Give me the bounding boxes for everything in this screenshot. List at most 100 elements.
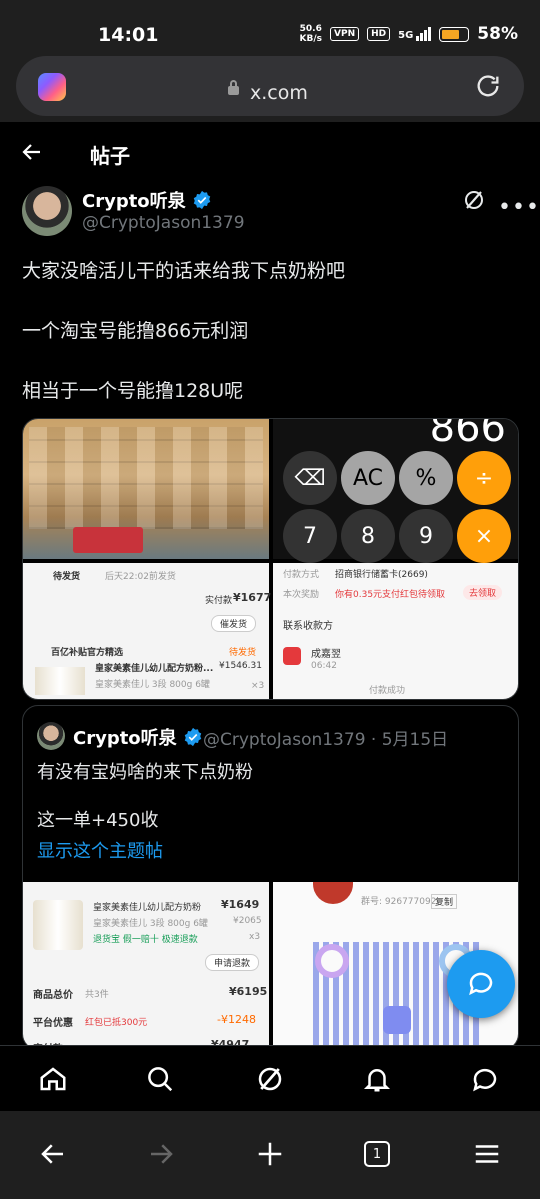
discount-tag: 红包已抵300元 [85, 1018, 148, 1028]
order-status: 待发货 [53, 572, 81, 582]
quote-text-line-2: 这一单+450收 [37, 810, 159, 831]
chat-bubble-icon [469, 972, 493, 996]
total-count: 共3件 [85, 990, 109, 1000]
order-screenshot[interactable]: 待发货 后天22:02前发货 实付款 ¥1677 催发货 百亿补贴官方精选 待发… [23, 563, 271, 699]
payee-avatar [283, 647, 301, 665]
calc-key: % [399, 451, 453, 505]
product-price: ¥1546.31 [219, 661, 262, 671]
verified-badge-icon [184, 727, 201, 747]
home-icon[interactable] [38, 1064, 68, 1094]
compose-fab[interactable] [447, 950, 515, 1018]
battery-percent: 58% [477, 24, 518, 44]
browser-forward-icon[interactable] [146, 1139, 176, 1169]
grok-icon[interactable] [462, 188, 486, 212]
discount-value: -¥1248 [217, 1013, 256, 1026]
quote-media[interactable]: 皇家美素佳儿幼儿配方奶粉 ¥1649 皇家美素佳儿 3段 800g 6罐 ¥20… [23, 882, 518, 1049]
calc-display: 866 [429, 418, 506, 451]
product-qty: ×3 [251, 681, 265, 691]
author-name[interactable]: Crypto听泉 [82, 187, 212, 213]
browser-back-icon[interactable] [38, 1139, 68, 1169]
quote-meta: @CryptoJason1379 · 5月15日 [203, 730, 449, 750]
signal-label: 5G [398, 30, 414, 41]
new-tab-icon[interactable] [255, 1139, 285, 1169]
quoted-post[interactable]: Crypto听泉 @CryptoJason1379 · 5月15日 有没有宝妈啥… [22, 705, 519, 1050]
reward-value: 你有0.35元支付红包待领取 [335, 590, 446, 600]
pay-method-value: 招商银行储蓄卡(2669) [335, 570, 428, 580]
notifications-icon[interactable] [362, 1064, 392, 1094]
quote-avatar[interactable] [37, 722, 65, 750]
calculator-screenshot[interactable]: 866 ⌫ AC % ÷ 7 8 9 × [273, 418, 518, 563]
payment-screenshot[interactable]: 付款方式 招商银行储蓄卡(2669) 本次奖励 你有0.35元支付红包待领取 去… [273, 563, 518, 699]
verified-badge-icon [193, 190, 210, 210]
calc-key: AC [341, 451, 395, 505]
post-media-grid[interactable]: 866 ⌫ AC % ÷ 7 8 9 × 待发货 后天22:02前发货 实付款 … [22, 418, 519, 700]
more-options-icon[interactable]: ••• [498, 195, 540, 220]
avatar[interactable] [22, 186, 72, 236]
reload-icon[interactable] [474, 72, 502, 100]
calc-key: ÷ [457, 451, 511, 505]
payee-time: 06:42 [311, 661, 337, 671]
lock-icon [228, 80, 239, 95]
copy-button: 复制 [431, 894, 458, 909]
product-spec: 皇家美素佳儿 3段 800g 6罐 [95, 680, 210, 690]
service-tags: 退货宝 假一赔十 极速退款 [93, 935, 198, 945]
status-time: 14:01 [98, 24, 159, 46]
author-handle[interactable]: @CryptoJason1379 [82, 213, 245, 233]
qr-finder [315, 944, 349, 978]
shop-status: 待发货 [229, 648, 257, 658]
calc-key: × [457, 509, 511, 563]
post-text-line-2: 一个淘宝号能撸866元利润 [22, 320, 249, 342]
vpn-badge: VPN [330, 27, 360, 41]
quote-author-name[interactable]: Crypto听泉 [73, 724, 203, 750]
quote-author-name-text[interactable]: Crypto听泉 [73, 724, 177, 750]
quote-text-line-1: 有没有宝妈啥的来下点奶粉 [37, 762, 253, 783]
battery-icon [439, 26, 470, 42]
status-icons: 50.6 KB/s VPN HD 5G 58% [300, 24, 518, 44]
author-name-text[interactable]: Crypto听泉 [82, 187, 186, 213]
copilot-icon[interactable] [38, 73, 66, 101]
browser-bottom-nav: 1 [0, 1111, 540, 1199]
pay-success: 付款成功 [369, 686, 406, 696]
show-thread-link[interactable]: 显示这个主题帖 [37, 837, 163, 863]
pay-method-label: 付款方式 [283, 570, 320, 580]
tabs-count-icon[interactable]: 1 [364, 1141, 390, 1167]
search-icon[interactable] [145, 1064, 175, 1094]
product-price: ¥1649 [221, 898, 260, 911]
remind-ship-button: 催发货 [211, 615, 257, 632]
product-name: 皇家美素佳儿幼儿配方奶粉... [95, 664, 214, 674]
group-avatar [313, 882, 353, 904]
back-arrow-icon[interactable] [20, 140, 44, 164]
product-spec: 皇家美素佳儿 3段 800g 6罐 [93, 919, 208, 929]
calc-key: ⌫ [283, 451, 337, 505]
calc-key: 7 [283, 509, 337, 563]
discount-label: 平台优惠 [33, 1018, 73, 1029]
order-paid-label: 实付款 [205, 596, 233, 606]
product-name: 皇家美素佳儿幼儿配方奶粉 [93, 903, 202, 913]
hd-badge: HD [367, 27, 391, 41]
post-text-line-3: 相当于一个号能撸128U呢 [22, 380, 244, 402]
product-thumb [35, 667, 85, 695]
total-value: ¥6195 [229, 985, 268, 998]
warehouse-photo[interactable] [23, 419, 269, 559]
menu-icon[interactable] [472, 1139, 502, 1169]
address-bar[interactable]: x.com [16, 56, 524, 116]
messages-icon[interactable] [470, 1064, 500, 1094]
qr-center-logo [383, 1006, 411, 1034]
total-label: 商品总价 [33, 990, 73, 1001]
quote-order-screenshot[interactable]: 皇家美素佳儿幼儿配方奶粉 ¥1649 皇家美素佳儿 3段 800g 6罐 ¥20… [23, 882, 269, 1049]
url-text[interactable]: x.com [250, 82, 308, 104]
group-number: 群号: 926777092 [361, 897, 437, 907]
calc-key: 8 [341, 509, 395, 563]
calc-key: 9 [399, 509, 453, 563]
order-ship-note: 后天22:02前发货 [105, 572, 176, 582]
contact-payee: 联系收款方 [283, 621, 333, 632]
reward-label: 本次奖励 [283, 590, 320, 600]
product-thumb [33, 900, 83, 950]
claim-reward-button: 去领取 [463, 585, 503, 600]
refund-button: 申请退款 [205, 954, 260, 971]
net-speed-value: 50.6 [299, 24, 322, 34]
grok-icon[interactable] [255, 1064, 285, 1094]
page-header: 帖子 [0, 122, 540, 180]
net-speed: 50.6 KB/s [300, 24, 322, 44]
post-text-line-1: 大家没啥活儿干的话来给我下点奶粉吧 [22, 260, 346, 282]
